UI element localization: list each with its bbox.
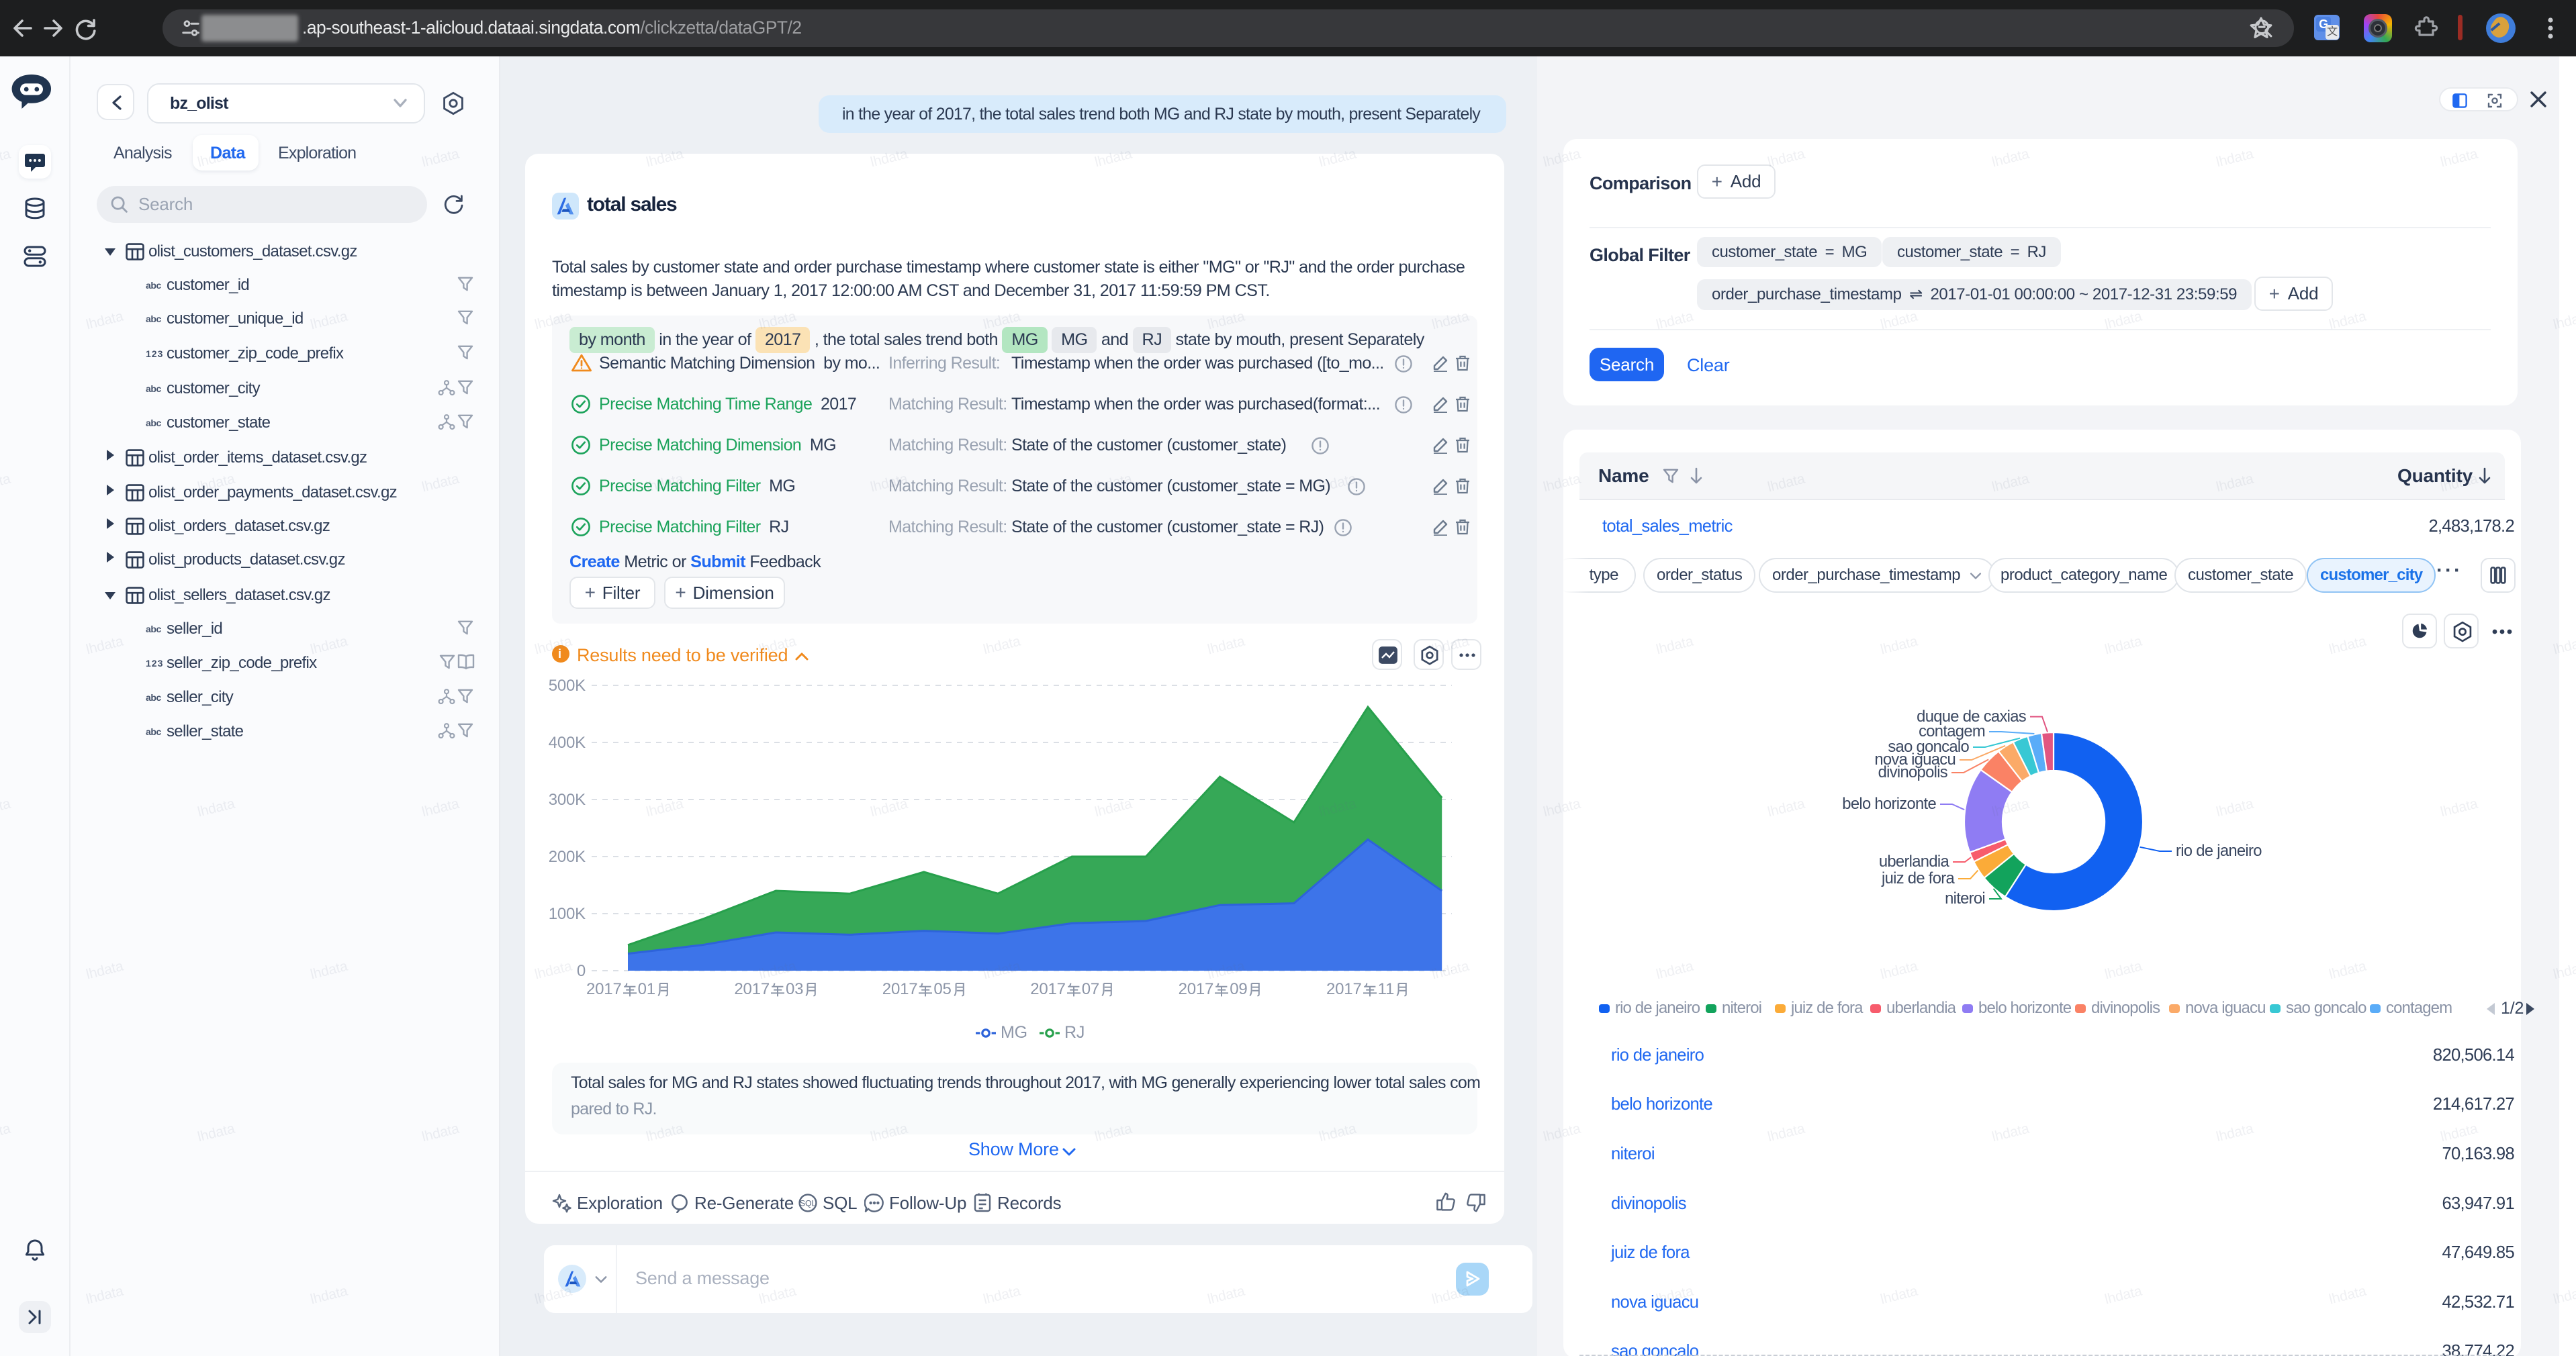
svg-text:200K: 200K (549, 848, 586, 866)
svg-text:500K: 500K (549, 677, 586, 695)
svg-text:100K: 100K (549, 905, 586, 923)
svg-text:rio de janeiro: rio de janeiro (2176, 842, 2262, 860)
svg-text:juiz de fora: juiz de fora (1881, 869, 1955, 887)
svg-text:300K: 300K (549, 791, 586, 809)
svg-text:divinopolis: divinopolis (1878, 763, 1948, 781)
svg-text:SQL: SQL (800, 1199, 817, 1208)
svg-text:niteroi: niteroi (1945, 889, 1985, 908)
svg-text:400K: 400K (549, 734, 586, 752)
svg-text:0: 0 (577, 962, 586, 980)
svg-text:uberlandia: uberlandia (1879, 853, 1950, 871)
svg-text:belo horizonte: belo horizonte (1842, 795, 1936, 813)
